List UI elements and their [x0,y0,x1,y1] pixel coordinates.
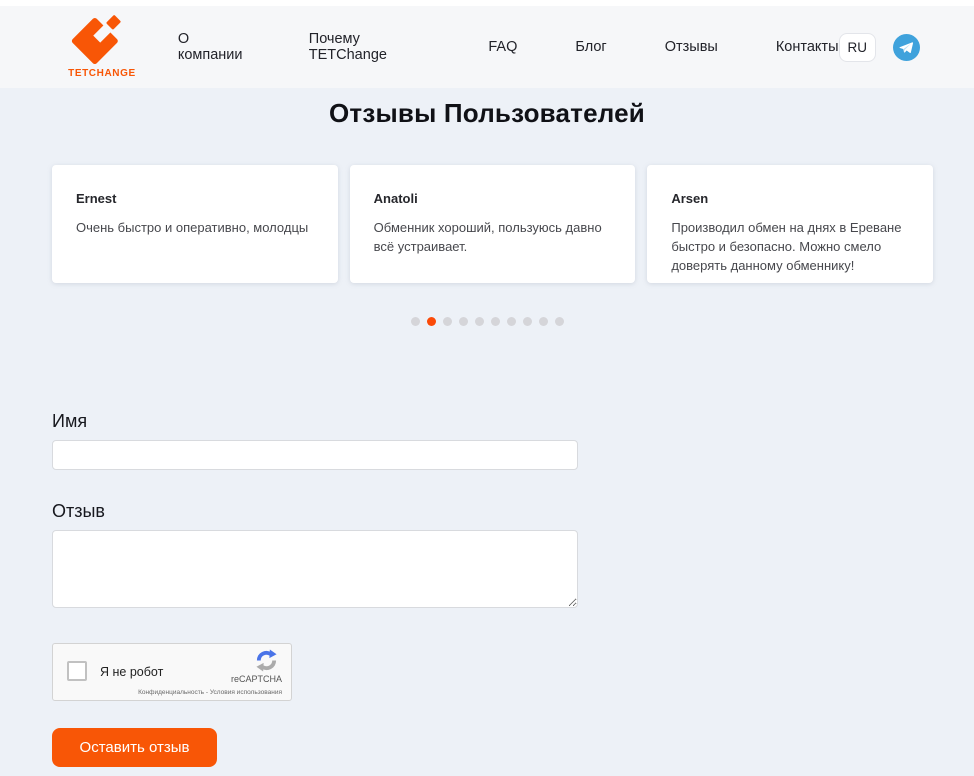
review-text: Обменник хороший, пользуюсь давно всё ус… [373,220,602,254]
carousel-dot[interactable] [522,317,532,326]
recaptcha-icon [256,649,277,672]
review-card: Anatoli Обменник хороший, пользуюсь давн… [349,165,636,283]
review-card: Ernest Очень быстро и оперативно, молодц… [52,165,338,283]
review-card: Arsen Производил обмен на днях в Ереване… [647,165,934,283]
carousel-dot[interactable] [442,317,452,326]
header: TETCHANGE О компании Почему TETChange FA… [0,6,974,88]
review-text: Производил обмен на днях в Ереване быстр… [671,220,902,273]
review-author: Anatoli [373,191,418,206]
section-title: Отзывы Пользователей [329,98,645,128]
recaptcha-checkbox[interactable] [67,661,87,681]
reviews-section: Отзывы Пользователей Ernest Очень быстро… [0,98,974,767]
nav-item-why[interactable]: Почему TETChange [309,31,431,63]
name-label: Имя [52,411,88,431]
logo-icon [71,15,126,64]
recaptcha-brand: reCAPTCHA [230,674,282,684]
nav-item-faq[interactable]: FAQ [488,39,517,55]
carousel-dot[interactable] [410,317,420,326]
submit-review-button[interactable]: Оставить отзыв [52,728,217,767]
telegram-icon [893,33,920,61]
logo[interactable]: TETCHANGE [64,15,140,79]
nav-item-about[interactable]: О компании [178,31,251,63]
review-author: Arsen [671,191,709,206]
review-text: Очень быстро и оперативно, молодцы [76,220,309,235]
carousel-dot[interactable] [458,317,468,326]
carousel-dot[interactable] [554,317,564,326]
review-textarea[interactable] [52,530,578,608]
recaptcha-widget: Я не робот reCAPTCHA Конфиденциальность … [52,643,292,701]
nav-item-reviews[interactable]: Отзывы [665,39,718,55]
reviews-carousel: Ernest Очень быстро и оперативно, молодц… [52,165,934,283]
main-nav: О компании Почему TETChange FAQ Блог Отз… [178,31,839,63]
telegram-button[interactable] [893,33,920,61]
review-author: Ernest [76,191,117,206]
logo-wordmark: TETCHANGE [68,68,136,79]
recaptcha-label: Я не робот [100,665,164,679]
name-input[interactable] [52,440,578,470]
review-form: Имя Отзыв Я не робот reCAPTCHA Конфиденц… [52,411,578,767]
language-selector[interactable]: RU [838,32,876,62]
carousel-dot[interactable] [538,317,548,326]
review-label: Отзыв [52,501,105,521]
carousel-dot-active[interactable] [426,317,436,326]
carousel-dot[interactable] [490,317,500,326]
carousel-pagination [0,317,974,326]
recaptcha-terms-links[interactable]: Конфиденциальность - Условия использован… [138,689,282,696]
nav-item-contacts[interactable]: Контакты [776,39,839,55]
carousel-dot[interactable] [474,317,484,326]
nav-item-blog[interactable]: Блог [575,39,606,55]
carousel-dot[interactable] [506,317,516,326]
